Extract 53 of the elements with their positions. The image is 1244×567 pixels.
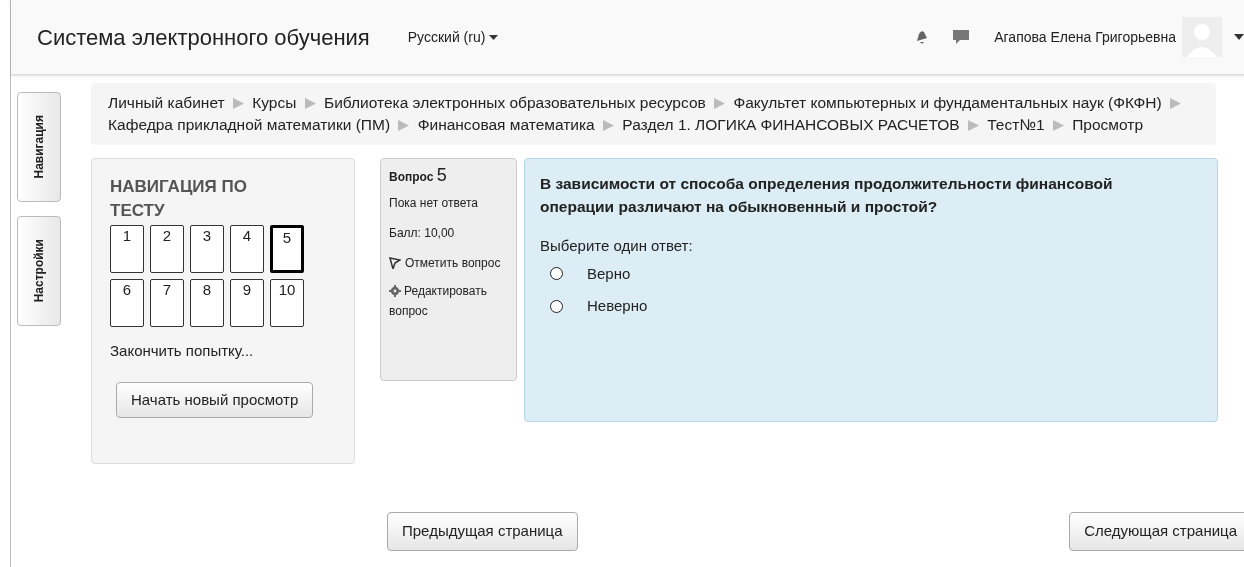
breadcrumb-link[interactable]: Тест№1 bbox=[987, 116, 1045, 133]
edit-question-link[interactable]: Редактировать вопрос bbox=[389, 281, 508, 321]
next-page-button[interactable]: Следующая страница bbox=[1069, 512, 1244, 551]
caret-icon bbox=[489, 34, 499, 40]
separator-icon bbox=[304, 98, 316, 109]
site-title[interactable]: Система электронного обучения bbox=[37, 20, 370, 54]
option-label[interactable]: Верно bbox=[587, 262, 631, 285]
question-text: В зависимости от способа определения продолжительности финансовой операции различают на обыкновенный и простой? bbox=[540, 174, 1114, 217]
separator-icon bbox=[1052, 120, 1064, 131]
question-nav-button[interactable]: 10 bbox=[270, 279, 304, 327]
question-nav-button[interactable]: 3 bbox=[190, 225, 224, 273]
separator-icon bbox=[967, 120, 979, 131]
flag-icon bbox=[389, 257, 401, 269]
restart-button[interactable]: Начать новый просмотр bbox=[116, 381, 314, 418]
user-name[interactable]: Агапова Елена Григорьевна bbox=[994, 26, 1176, 48]
separator-icon bbox=[714, 98, 726, 109]
separator-icon bbox=[232, 98, 244, 109]
question-nav-button[interactable]: 4 bbox=[230, 225, 264, 273]
question-nav-button[interactable]: 2 bbox=[150, 225, 184, 273]
breadcrumb-link[interactable]: Курсы bbox=[252, 94, 297, 111]
breadcrumb-link[interactable]: Библиотека электронных образовательных ресурсов bbox=[324, 94, 706, 111]
breadcrumb-link[interactable]: Раздел 1. ЛОГИКА ФИНАНСОВЫХ РАСЧЕТОВ bbox=[622, 116, 960, 133]
question-nav-button[interactable]: 1 bbox=[110, 225, 144, 273]
side-tab[interactable]: Настройки bbox=[17, 216, 61, 326]
question-nav-button[interactable]: 6 bbox=[110, 279, 144, 327]
side-tab[interactable]: Навигация bbox=[17, 92, 61, 202]
language-menu[interactable]: Русский (ru) bbox=[407, 26, 499, 48]
separator-icon bbox=[1169, 98, 1181, 109]
question-nav-button[interactable]: 8 bbox=[190, 279, 224, 327]
breadcrumb-link[interactable]: Личный кабинет bbox=[108, 94, 225, 111]
chat-icon[interactable] bbox=[952, 29, 971, 45]
question-nav-button[interactable]: 5 bbox=[270, 225, 304, 273]
finish-attempt-link[interactable]: Закончить попытку... bbox=[110, 340, 336, 363]
question-grade: Балл: 10,00 bbox=[389, 225, 456, 241]
flag-question-link[interactable]: Отметить вопрос bbox=[389, 253, 508, 273]
breadcrumb-link[interactable]: Факультет компьютерных и фундаментальных наук (ФКФН) bbox=[733, 94, 1162, 111]
separator-icon bbox=[398, 120, 410, 131]
gear-icon bbox=[389, 285, 401, 297]
question-nav-button[interactable]: 9 bbox=[230, 279, 264, 327]
caret-icon[interactable] bbox=[1234, 34, 1244, 40]
panel-title: НАВИГАЦИЯ ПО ТЕСТУ bbox=[110, 176, 248, 222]
radio-button[interactable] bbox=[550, 267, 563, 281]
previous-page-button[interactable]: Предыдущая страница bbox=[387, 512, 578, 551]
radio-button[interactable] bbox=[550, 299, 563, 313]
option-label[interactable]: Неверно bbox=[587, 295, 648, 318]
question-state: Пока нет ответа bbox=[389, 195, 479, 211]
question-number: Вопрос 5 bbox=[389, 167, 448, 185]
breadcrumb-link[interactable]: Финансовая математика bbox=[417, 116, 595, 133]
separator-icon bbox=[603, 120, 615, 131]
answer-prompt: Выберите один ответ: bbox=[540, 236, 694, 256]
breadcrumb-current[interactable]: Просмотр bbox=[1072, 116, 1143, 133]
breadcrumb-link[interactable]: Кафедра прикладной математики (ПМ) bbox=[108, 116, 391, 133]
question-nav-button[interactable]: 7 bbox=[150, 279, 184, 327]
